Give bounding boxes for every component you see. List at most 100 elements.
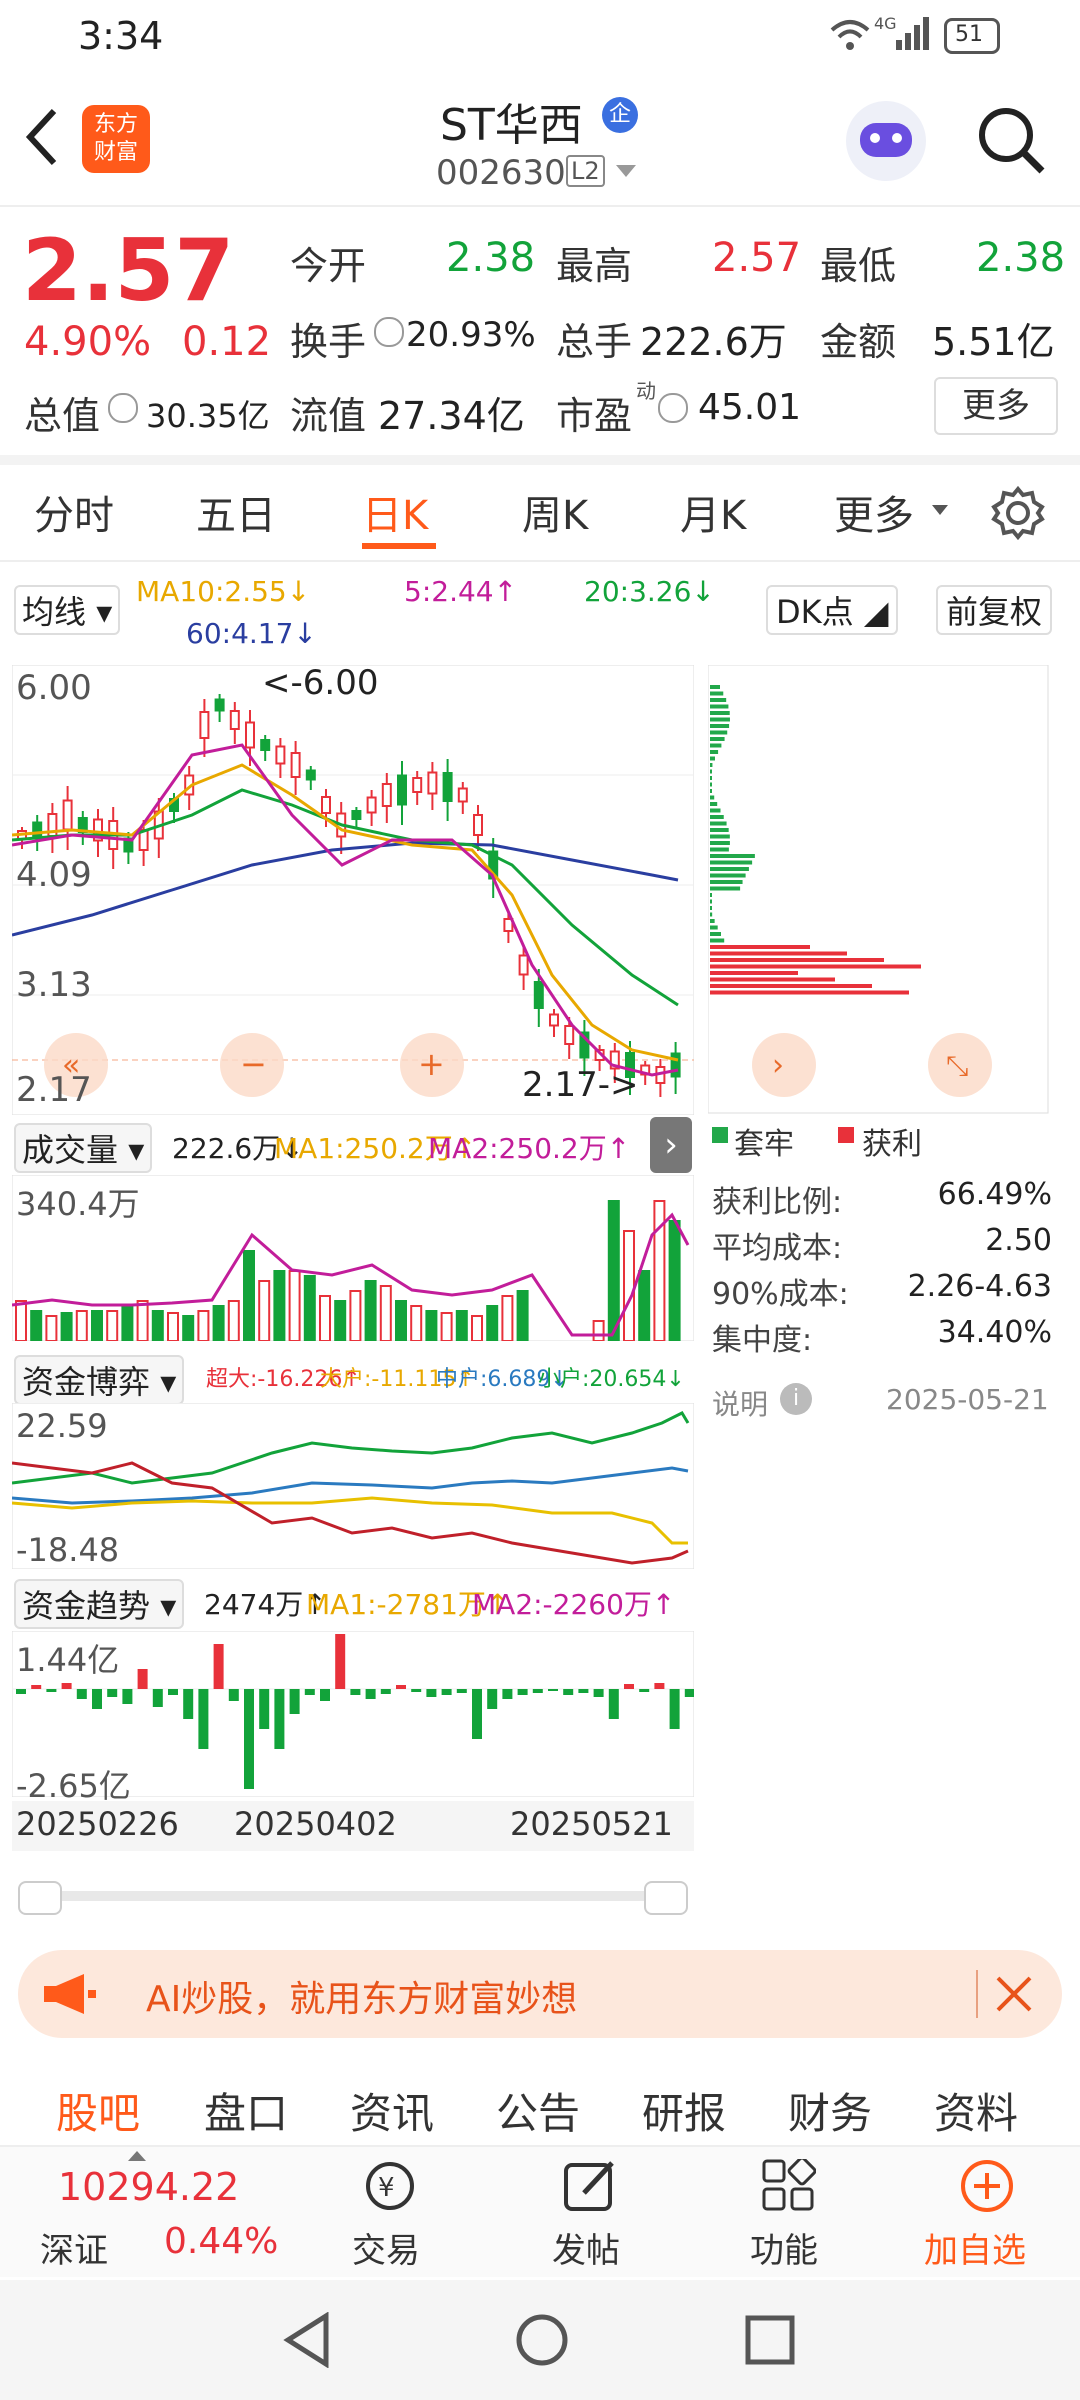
info-icon[interactable]	[108, 393, 138, 423]
tab-news[interactable]: 资讯	[350, 2080, 434, 2141]
ma-selector[interactable]: 均线 ▾	[14, 585, 121, 635]
chip-bar	[710, 847, 729, 852]
period-tabs: 分时 五日 日K 周K 月K 更多	[0, 465, 1080, 562]
level-badge[interactable]: L2	[566, 155, 605, 187]
info-icon[interactable]	[658, 393, 688, 423]
tab-more[interactable]: 更多	[834, 483, 914, 541]
trend-bar	[274, 1689, 285, 1749]
chip-stats: 获利比例: 66.49% 平均成本: 2.50 90%成本: 2.26-4.63…	[712, 1177, 1052, 1361]
trend-bar	[320, 1689, 330, 1701]
info-icon[interactable]: i	[780, 1383, 812, 1415]
expand-panel-button[interactable]: ›	[650, 1117, 692, 1173]
range-scrollbar[interactable]	[18, 1881, 688, 1915]
capital-bottom: -18.48	[16, 1531, 120, 1569]
info-icon[interactable]	[374, 317, 404, 347]
trend-bar	[669, 1689, 680, 1729]
kline-chart[interactable]: « − +	[12, 665, 694, 1115]
chip-bar	[710, 763, 713, 767]
megaphone-icon	[44, 1974, 96, 2014]
chip-bar	[710, 776, 712, 780]
open-label: 今开	[290, 244, 367, 288]
index-name[interactable]: 深证	[40, 2223, 108, 2272]
trend-bar	[168, 1689, 178, 1695]
trend-bar	[137, 1669, 148, 1689]
pe-value: 45.01	[698, 387, 802, 428]
volume-label: 总手	[556, 320, 633, 364]
tab-monthly-k[interactable]: 月K	[680, 483, 746, 541]
index-change[interactable]: 0.44%	[164, 2221, 278, 2262]
chip-bar	[710, 834, 730, 839]
tab-order-book[interactable]: 盘口	[204, 2080, 288, 2141]
volume-bar	[91, 1310, 103, 1341]
chip-bar	[710, 971, 798, 975]
last-price: 2.57	[22, 221, 235, 321]
tab-five-day[interactable]: 五日	[196, 483, 276, 541]
chip-bar	[710, 743, 722, 748]
home-circle-icon[interactable]	[514, 2312, 570, 2368]
svg-text:›: ›	[772, 1048, 784, 1083]
range-handle-right[interactable]	[644, 1881, 688, 1915]
tab-forum[interactable]: 股吧	[56, 2080, 140, 2141]
system-nav-bar	[0, 2280, 1080, 2400]
float-label: 流值	[290, 394, 367, 438]
trapped-legend-swatch	[712, 1127, 728, 1143]
more-button[interactable]: 更多	[934, 377, 1058, 435]
trend-bar	[517, 1689, 528, 1695]
volume-value: 222.6万	[640, 320, 787, 364]
tab-intraday[interactable]: 分时	[34, 483, 114, 541]
index-value[interactable]: 10294.22	[58, 2165, 239, 2209]
volume-selector-label: 成交量	[22, 1131, 119, 1169]
add-watchlist-button[interactable]: 加自选	[916, 2147, 1056, 2277]
capital-selector[interactable]: 资金博弈 ▾	[14, 1355, 185, 1405]
post-button[interactable]: 发帖	[530, 2147, 650, 2277]
trend-bar	[654, 1683, 665, 1689]
settings-icon[interactable]	[990, 485, 1046, 541]
chip-bar	[710, 841, 730, 845]
back-icon[interactable]	[22, 107, 62, 167]
trend-bar	[107, 1689, 118, 1697]
forward-adjust-button[interactable]: 前复权	[936, 585, 1053, 635]
y-axis-2: 4.09	[16, 855, 92, 895]
trend-bar	[213, 1644, 224, 1689]
chip-bar	[710, 925, 718, 930]
chip-distribution-chart[interactable]: › ⤡	[708, 665, 1052, 1115]
ai-banner[interactable]: AI炒股，就用东方财富妙想	[18, 1950, 1062, 2038]
trend-selector-label: 资金趋势	[22, 1587, 151, 1625]
range-handle-left[interactable]	[18, 1881, 62, 1915]
close-icon[interactable]	[994, 1974, 1034, 2014]
tab-announcements[interactable]: 公告	[496, 2080, 580, 2141]
app-logo[interactable]: 东方 财富	[82, 105, 150, 173]
volume-bar	[227, 1300, 240, 1341]
high-value: 2.57	[712, 235, 802, 281]
low-label: 最低	[820, 244, 897, 288]
date-axis: 20250226 20250402 20250521	[12, 1801, 694, 1851]
info-tabs: 股吧 盘口 资讯 公告 研报 财务 资料	[0, 2050, 1080, 2147]
chip-bar	[710, 756, 715, 761]
y-axis-3: 3.13	[16, 965, 92, 1005]
trend-bar	[198, 1689, 209, 1749]
search-icon[interactable]	[976, 105, 1046, 175]
tab-research[interactable]: 研报	[642, 2080, 726, 2141]
chip-stat-label: 平均成本:	[712, 1231, 843, 1266]
dropdown-icon[interactable]	[616, 165, 636, 179]
trend-bar	[487, 1689, 498, 1709]
dropdown-icon[interactable]	[932, 505, 948, 517]
back-triangle-icon[interactable]	[282, 2312, 332, 2368]
volume-bar	[395, 1300, 407, 1341]
chip-bar	[710, 958, 884, 962]
volume-bar	[440, 1312, 453, 1341]
tab-daily-k[interactable]: 日K	[362, 483, 428, 541]
trend-bar	[92, 1689, 102, 1709]
note-label[interactable]: 说明	[712, 1383, 768, 1423]
volume-selector[interactable]: 成交量 ▾	[14, 1123, 153, 1173]
volume-bar	[15, 1300, 27, 1341]
trade-button[interactable]: ¥ 交易	[330, 2147, 450, 2277]
dk-point-button[interactable]: DK点 ◢	[766, 585, 899, 635]
tab-profile[interactable]: 资料	[934, 2080, 1018, 2141]
tab-financials[interactable]: 财务	[788, 2080, 872, 2141]
recent-apps-icon[interactable]	[744, 2314, 796, 2366]
function-button[interactable]: 功能	[728, 2147, 848, 2277]
tab-weekly-k[interactable]: 周K	[522, 483, 588, 541]
robot-avatar-icon[interactable]	[846, 101, 926, 181]
trend-selector[interactable]: 资金趋势 ▾	[14, 1579, 185, 1629]
